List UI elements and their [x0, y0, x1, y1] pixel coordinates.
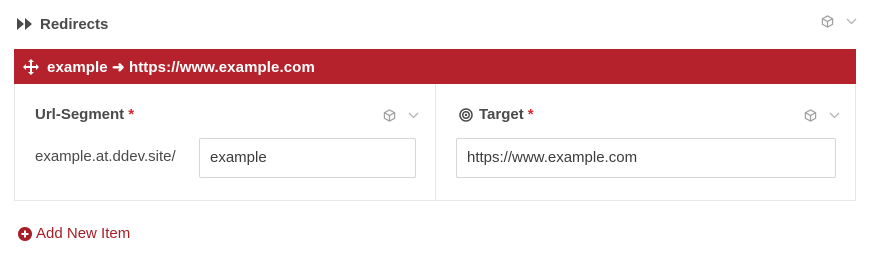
chevron-down-icon[interactable]	[844, 14, 858, 28]
url-segment-label: Url-Segment *	[35, 106, 134, 123]
add-new-item-button[interactable]: Add New Item	[18, 225, 130, 242]
item-title: example ➜ https://www.example.com	[47, 58, 315, 76]
item-header-bar[interactable]: example ➜ https://www.example.com	[14, 49, 856, 84]
column-divider	[435, 84, 436, 200]
target-label: Target *	[458, 106, 534, 123]
required-asterisk: *	[527, 106, 534, 123]
target-input[interactable]: https://www.example.com	[456, 138, 836, 178]
cube-icon[interactable]	[382, 108, 396, 122]
chevron-down-icon[interactable]	[827, 108, 841, 122]
cube-icon[interactable]	[803, 108, 817, 122]
url-prefix: example.at.ddev.site/	[35, 148, 176, 165]
target-icon	[458, 107, 473, 122]
section-header[interactable]: Redirects	[17, 13, 108, 35]
add-new-item-label: Add New Item	[36, 225, 131, 242]
target-tools	[803, 108, 841, 122]
cube-icon[interactable]	[820, 14, 834, 28]
section-title: Redirects	[40, 15, 109, 33]
url-segment-label-text: Url-Segment	[35, 106, 125, 123]
chevron-down-icon[interactable]	[406, 108, 420, 122]
required-asterisk: *	[128, 106, 135, 123]
url-segment-input[interactable]: example	[199, 138, 416, 178]
item-panel: Url-Segment * example.at.ddev.site/ exam…	[14, 84, 856, 201]
target-label-text: Target	[479, 106, 524, 123]
section-tools	[820, 14, 858, 28]
move-arrows-icon[interactable]	[23, 58, 39, 75]
fast-forward-icon	[17, 17, 33, 31]
plus-circle-icon	[18, 226, 32, 241]
url-segment-tools	[382, 108, 420, 122]
